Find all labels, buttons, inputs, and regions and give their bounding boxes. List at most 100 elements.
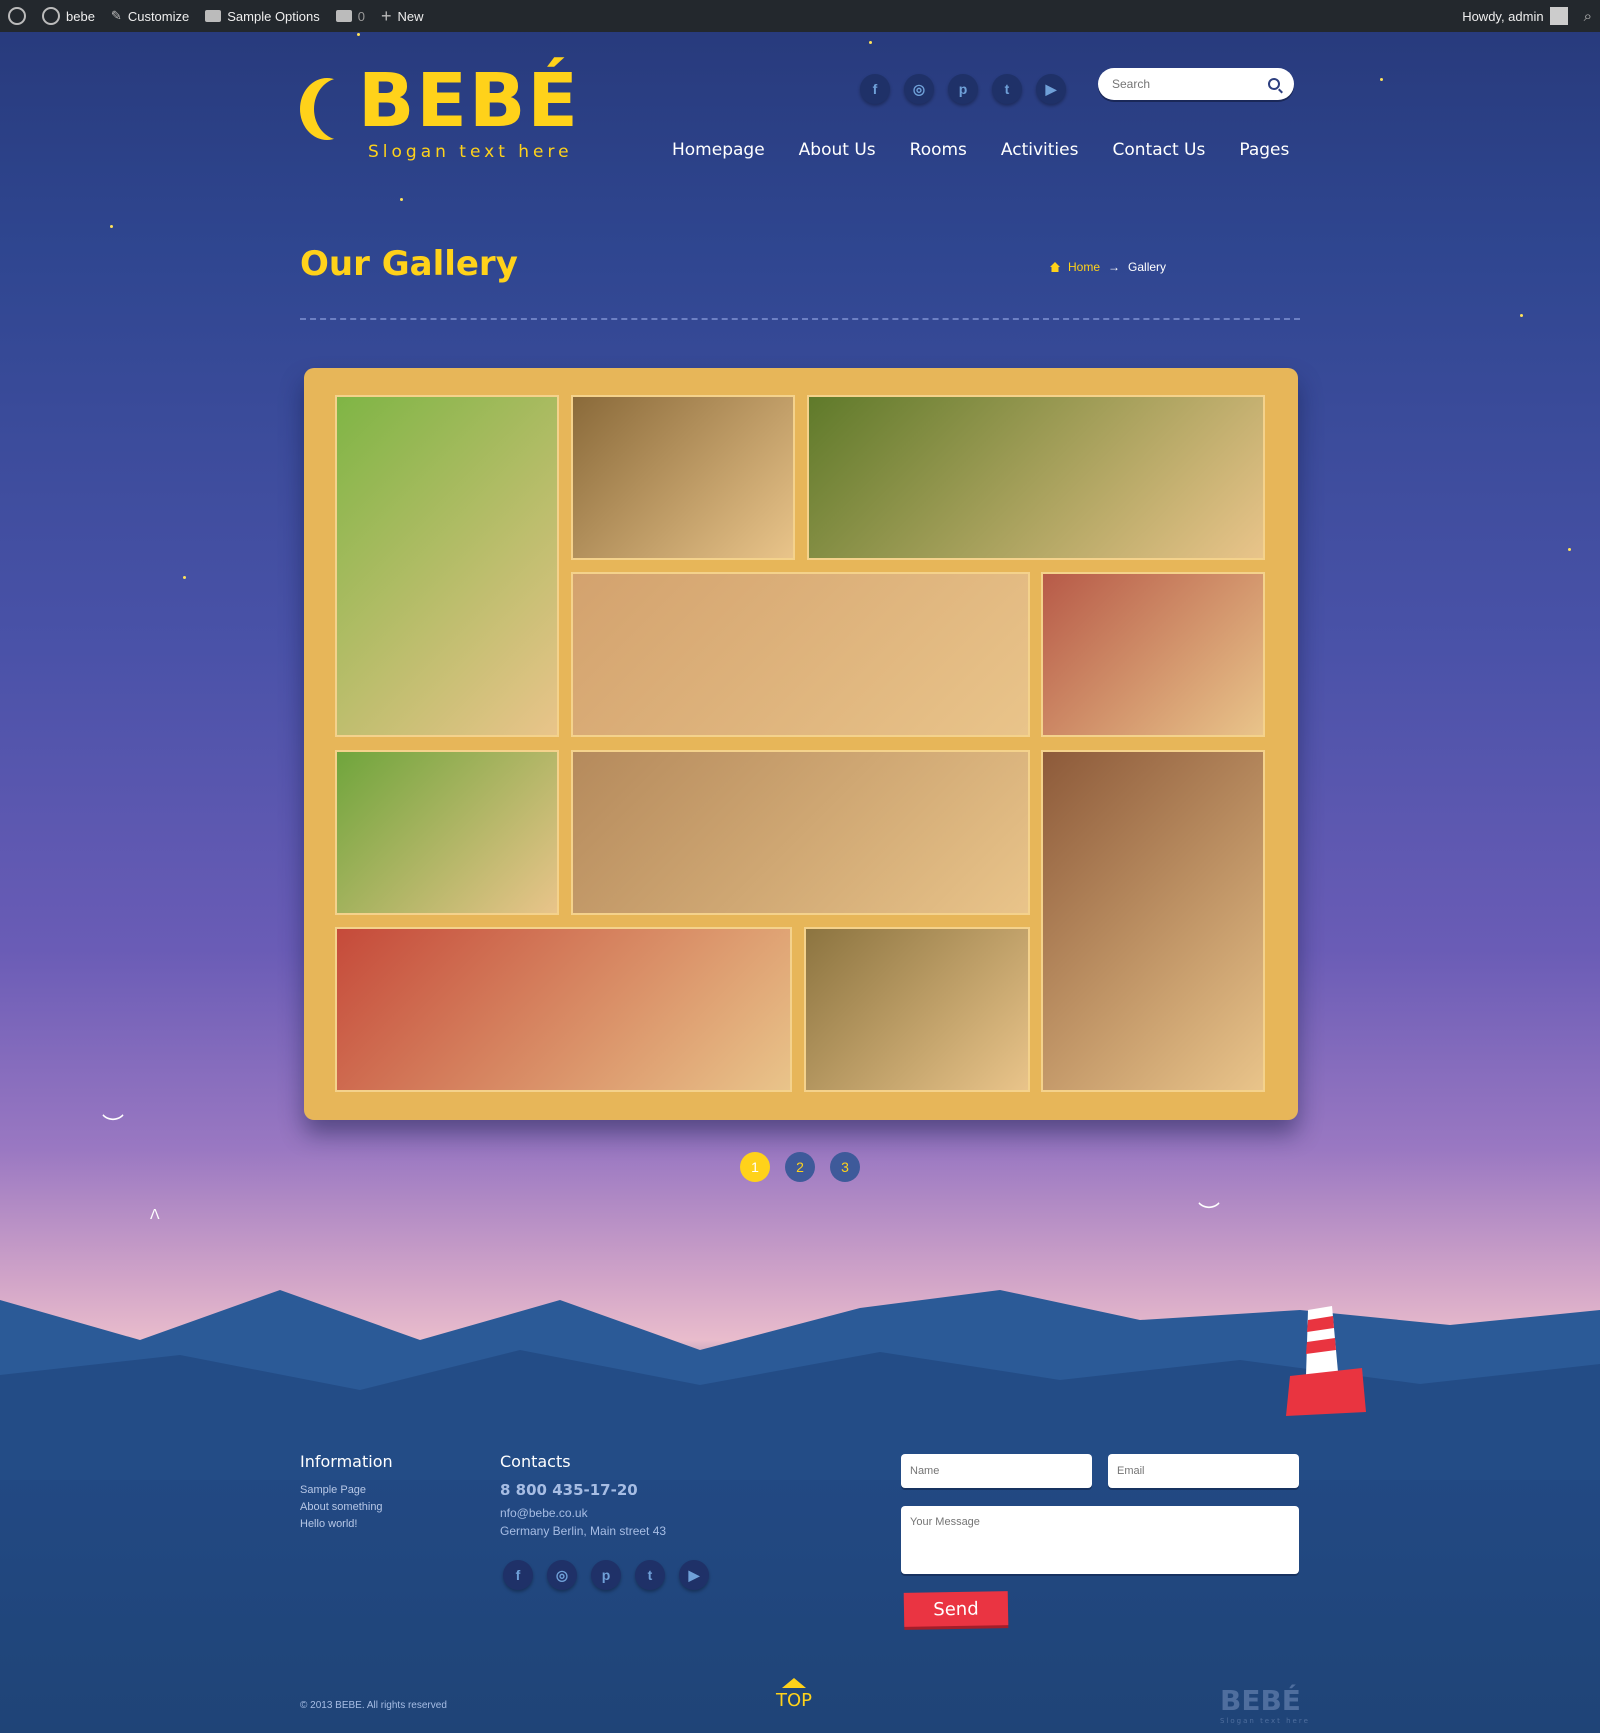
- nav-about-us[interactable]: About Us: [799, 140, 876, 160]
- main-nav: Homepage About Us Rooms Activities Conta…: [672, 140, 1289, 160]
- search-icon: ⌕: [1583, 7, 1592, 25]
- gallery-photo-three-kids[interactable]: [571, 572, 1030, 737]
- breadcrumb-current: Gallery: [1128, 260, 1167, 274]
- folder-icon: [205, 10, 222, 22]
- star-decoration: [1380, 78, 1383, 81]
- gallery-photo-toddler-with-teddy[interactable]: [1041, 750, 1265, 1092]
- customize-label: Customize: [127, 8, 190, 24]
- gallery-photo-group-of-kids[interactable]: [571, 750, 1030, 915]
- page-title: Our Gallery: [300, 244, 518, 284]
- footer-link-sample-page[interactable]: Sample Page: [300, 1482, 383, 1499]
- arrow-up-icon: [782, 1678, 807, 1688]
- top-label: TOP: [776, 1690, 813, 1711]
- sample-options-link[interactable]: Sample Options: [197, 0, 328, 32]
- gallery-photo-toddler-on-carousel[interactable]: [335, 927, 792, 1092]
- instagram-icon[interactable]: ◎: [904, 74, 934, 104]
- breadcrumb: Home → Gallery: [1050, 260, 1166, 274]
- divider: [300, 318, 1300, 320]
- search-box: [1098, 68, 1294, 100]
- footer-logo: BEBÉ Slogan text here: [1220, 1684, 1310, 1725]
- gallery-photo-smiling-boy[interactable]: [335, 750, 559, 915]
- star-decoration: [400, 198, 403, 201]
- twitter-icon[interactable]: t: [635, 1560, 665, 1590]
- nav-pages[interactable]: Pages: [1239, 140, 1289, 160]
- email-field[interactable]: [1108, 1454, 1299, 1488]
- contacts-heading: Contacts: [500, 1452, 571, 1471]
- page-1-button[interactable]: 1: [740, 1152, 770, 1182]
- nav-contact-us[interactable]: Contact Us: [1112, 140, 1205, 160]
- nav-homepage[interactable]: Homepage: [672, 140, 765, 160]
- twitter-icon[interactable]: t: [992, 74, 1022, 104]
- nav-rooms[interactable]: Rooms: [910, 140, 967, 160]
- comments-count: 0: [357, 8, 365, 24]
- site-name-link[interactable]: bebe: [34, 0, 103, 32]
- gallery-photo-dandelion-girl[interactable]: [335, 395, 559, 737]
- contact-email[interactable]: nfo@bebe.co.uk: [500, 1506, 588, 1520]
- seagull-decoration: ︶: [102, 1113, 125, 1138]
- star-decoration: [869, 41, 872, 44]
- gallery-photo-girl-pigtails[interactable]: [804, 927, 1030, 1092]
- contact-phone: 8 800 435-17-20: [500, 1481, 638, 1499]
- site-name-label: bebe: [66, 8, 95, 24]
- sample-options-label: Sample Options: [227, 8, 320, 24]
- header-social-links: f ◎ p t ▶: [860, 74, 1066, 104]
- gallery-frame: [304, 368, 1298, 1120]
- footer-logo-slogan: Slogan text here: [1220, 1717, 1310, 1725]
- home-icon: [1050, 262, 1060, 272]
- star-decoration: [1568, 548, 1571, 551]
- name-field[interactable]: [901, 1454, 1092, 1488]
- message-field[interactable]: [901, 1506, 1299, 1574]
- seagull-decoration: ︶: [1198, 1201, 1221, 1226]
- breadcrumb-arrow: →: [1108, 260, 1121, 274]
- page-2-button[interactable]: 2: [785, 1152, 815, 1182]
- wordpress-icon: [8, 7, 26, 25]
- star-decoration: [110, 225, 113, 228]
- copyright: © 2013 BEBE. All rights reserved: [300, 1700, 447, 1711]
- page-3-button[interactable]: 3: [830, 1152, 860, 1182]
- brush-icon: ✎: [110, 8, 122, 23]
- avatar: [1549, 7, 1568, 25]
- footer-logo-text: BEBÉ: [1220, 1684, 1301, 1717]
- footer-link-about-something[interactable]: About something: [300, 1499, 383, 1516]
- instagram-icon[interactable]: ◎: [547, 1560, 577, 1590]
- gallery-photo-upside-down-kid[interactable]: [571, 395, 795, 560]
- lighthouse-buoy-icon: [1286, 1306, 1366, 1416]
- howdy-label: Howdy, admin: [1462, 8, 1544, 24]
- wordpress-logo-button[interactable]: [0, 0, 34, 32]
- star-decoration: [1520, 314, 1523, 317]
- back-to-top-button[interactable]: TOP: [776, 1678, 812, 1711]
- dashboard-icon: [42, 7, 60, 25]
- gallery-photo-boy-drawing[interactable]: [1041, 572, 1265, 737]
- facebook-icon[interactable]: f: [503, 1560, 533, 1590]
- comments-link[interactable]: 0: [328, 0, 373, 32]
- account-menu[interactable]: Howdy, admin: [1454, 0, 1575, 32]
- pinterest-icon[interactable]: p: [948, 74, 978, 104]
- pinterest-icon[interactable]: p: [591, 1560, 621, 1590]
- nav-activities[interactable]: Activities: [1001, 140, 1079, 160]
- footer-social-links: f ◎ p t ▶: [503, 1560, 709, 1590]
- new-label: New: [397, 8, 424, 24]
- breadcrumb-home-link[interactable]: Home: [1068, 260, 1100, 274]
- youtube-icon[interactable]: ▶: [679, 1560, 709, 1590]
- information-heading: Information: [300, 1452, 393, 1471]
- pagination: 1 2 3: [740, 1152, 860, 1182]
- gallery-photo-boy-with-apples[interactable]: [807, 395, 1265, 560]
- moon-icon: [300, 78, 354, 140]
- logo-text: BEBÉ: [358, 58, 580, 144]
- slogan: Slogan text here: [368, 142, 573, 162]
- facebook-icon[interactable]: f: [860, 74, 890, 104]
- comment-icon: [335, 10, 352, 22]
- admin-bar: bebe ✎ Customize Sample Options 0 + New Ho…: [0, 0, 1600, 32]
- star-decoration: [357, 33, 360, 36]
- new-content-link[interactable]: + New: [373, 0, 432, 32]
- send-button[interactable]: Send: [903, 1591, 1009, 1627]
- customize-link[interactable]: ✎ Customize: [103, 0, 197, 32]
- footer-link-hello-world[interactable]: Hello world!: [300, 1516, 383, 1533]
- search-icon[interactable]: [1268, 78, 1280, 90]
- search-input[interactable]: [1112, 77, 1268, 91]
- site-logo[interactable]: BEBÉ Slogan text here: [300, 58, 590, 168]
- youtube-icon[interactable]: ▶: [1036, 74, 1066, 104]
- admin-search-button[interactable]: ⌕: [1576, 0, 1600, 32]
- star-decoration: [183, 576, 186, 579]
- plus-icon: +: [380, 5, 392, 26]
